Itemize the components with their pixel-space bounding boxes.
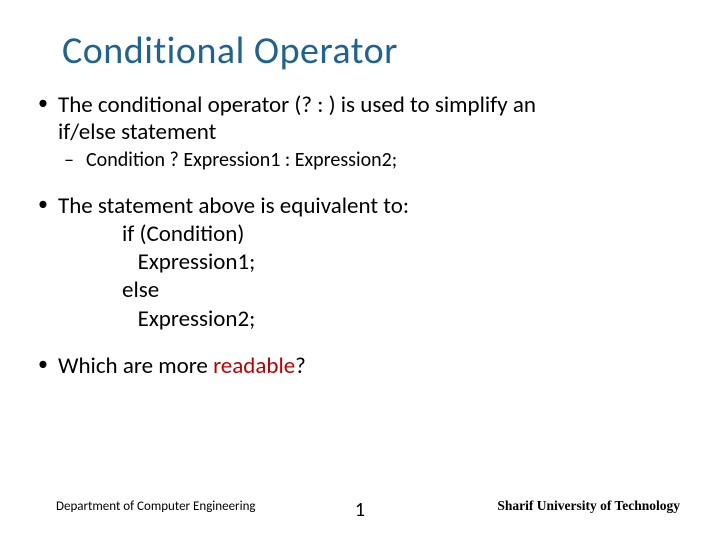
bullet-1-line1: The conditional operator (? : ) is used …: [58, 91, 536, 119]
sub-list-1: Condition ? Expression1 : Expression2;: [58, 148, 690, 173]
bullet-2-intro: The statement above is equivalent to:: [58, 192, 409, 220]
bullet-list: The conditional operator (? : ) is used …: [30, 92, 690, 380]
bullet-3-readable: readable: [213, 352, 295, 380]
code-block: if (Condition) Expression1; else Express…: [58, 220, 690, 332]
footer: Department of Computer Engineering 1 Sha…: [0, 498, 720, 514]
slide-title: Conditional Operator: [62, 28, 690, 74]
spacer: [30, 337, 690, 353]
sub-item-1: Condition ? Expression1 : Expression2;: [58, 148, 690, 173]
bullet-item-3: Which are more readable?: [30, 353, 690, 380]
footer-left: Department of Computer Engineering: [56, 499, 256, 514]
bullet-1-line2: if/else statement: [58, 118, 216, 146]
bullet-item-1: The conditional operator (? : ) is used …: [30, 92, 690, 173]
footer-page-number: 1: [355, 498, 365, 522]
bullet-3-prefix: Which are more: [58, 352, 213, 380]
spacer: [30, 177, 690, 193]
bullet-3-suffix: ?: [295, 352, 306, 380]
slide: Conditional Operator The conditional ope…: [0, 0, 720, 540]
bullet-item-2: The statement above is equivalent to: if…: [30, 193, 690, 332]
footer-right: Sharif University of Technology: [497, 498, 680, 514]
